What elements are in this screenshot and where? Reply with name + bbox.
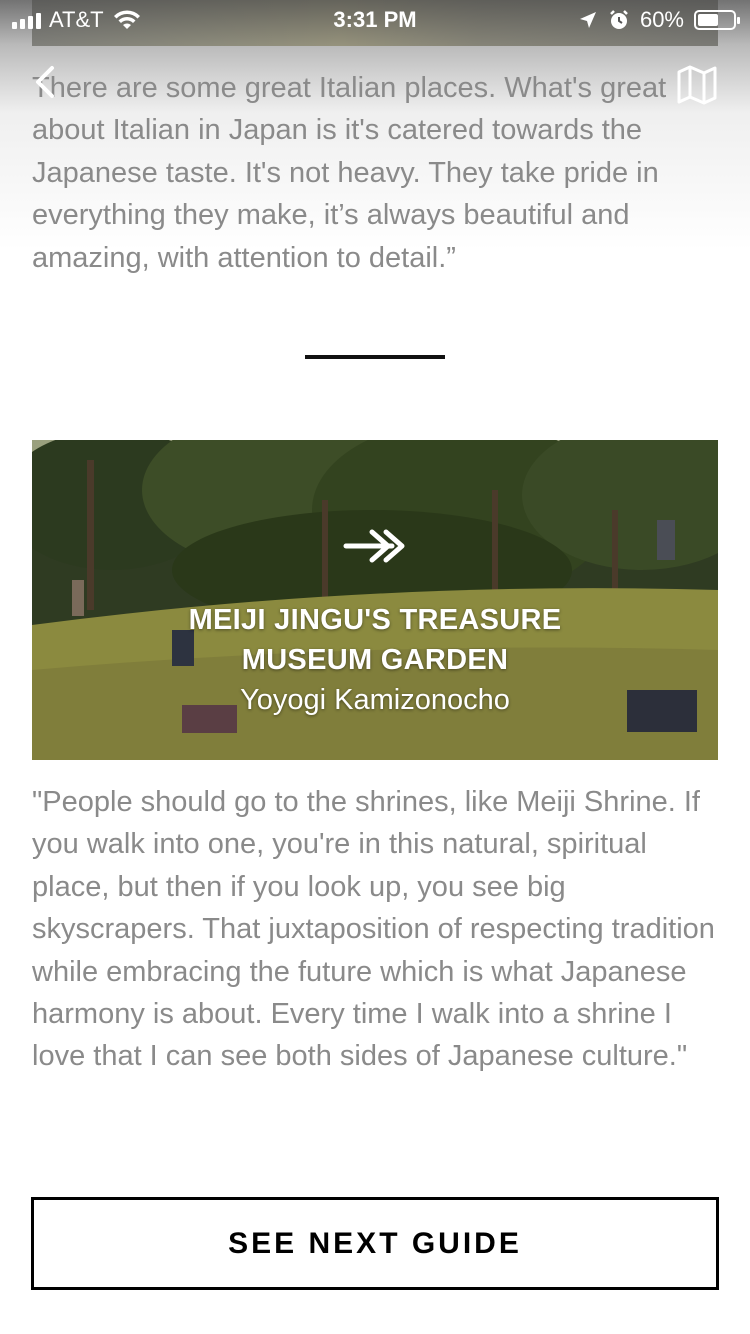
location-arrow-icon [579,12,596,28]
guide-page: AT&T 3:31 PM 60% There are some great It… [0,0,750,1334]
guide-quote-top: There are some great Italian places. Wha… [32,72,667,274]
battery-percent: 60% [639,7,684,32]
place-card[interactable]: MEIJI JINGU'S TREASURE MUSEUM GARDEN Yoy… [32,440,718,760]
see-next-guide-button[interactable]: SEE NEXT GUIDE [31,1197,719,1290]
back-chevron-icon[interactable] [30,62,60,102]
double-arrow-right-icon [343,529,405,563]
place-name-line1: MEIJI JINGU'S TREASURE [188,604,562,636]
guide-quote-bottom: "People should go to the shrines, like M… [32,786,715,1073]
status-right: 60% [578,7,740,33]
battery-icon [694,10,740,30]
alarm-icon [610,10,628,29]
battery-fill [698,14,719,26]
section-divider [305,355,445,359]
place-name-line2: MUSEUM GARDEN [241,644,509,676]
status-bar: AT&T 3:31 PM 60% [0,0,750,40]
place-location: Yoyogi Kamizonocho [240,684,510,716]
place-name: MEIJI JINGU'S TREASURE MUSEUM GARDEN [32,600,718,680]
map-icon[interactable] [676,64,718,106]
